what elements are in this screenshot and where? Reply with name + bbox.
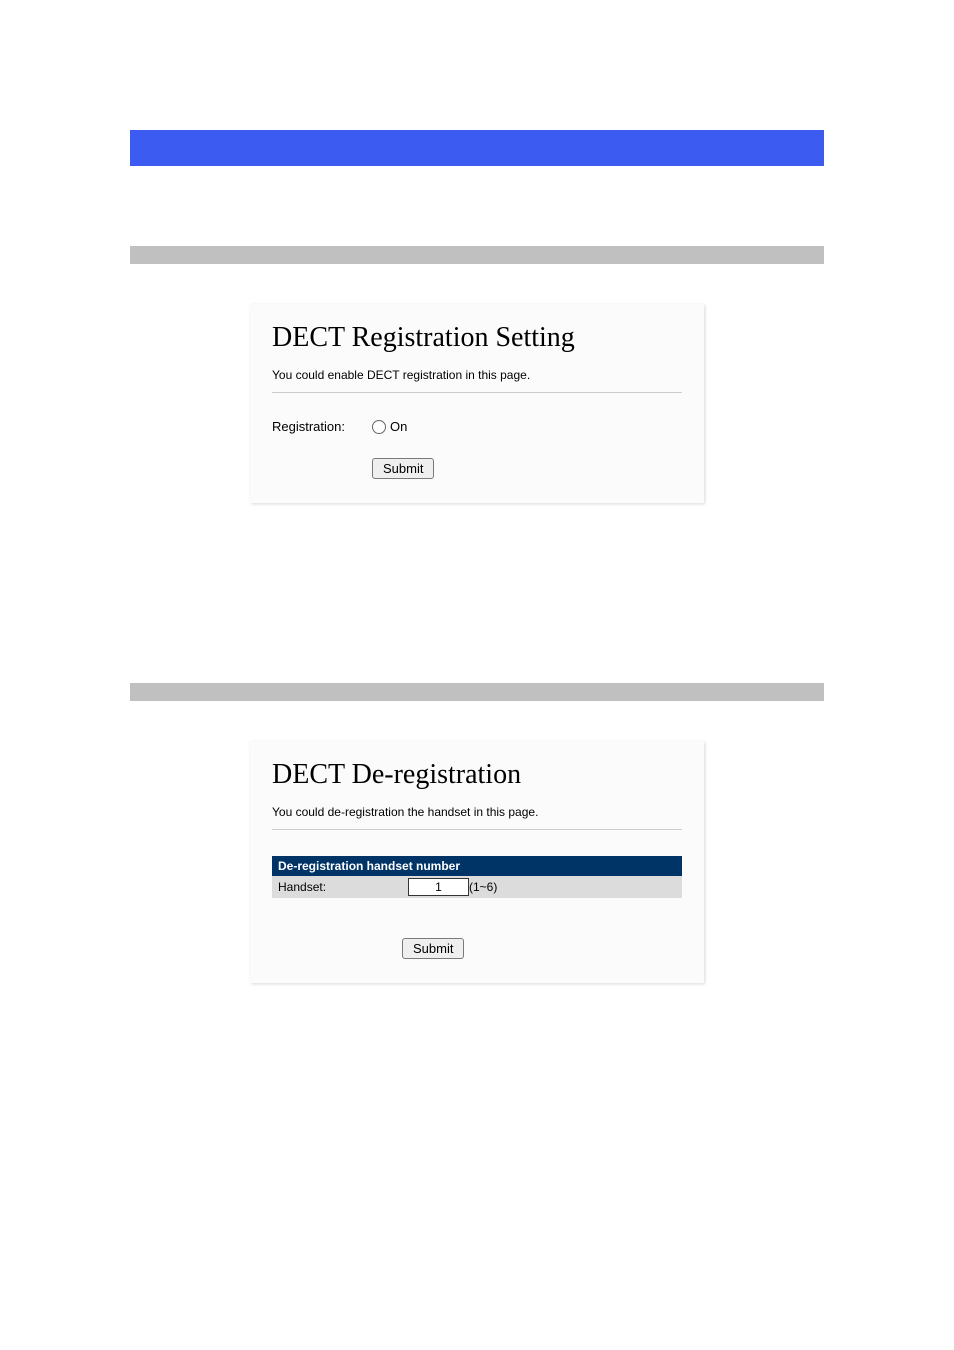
separator — [272, 829, 682, 830]
section-divider-bar — [130, 683, 824, 701]
deregistration-title: DECT De-registration — [272, 759, 682, 791]
handset-range-hint: (1~6) — [469, 880, 497, 894]
header-blue-bar — [130, 130, 824, 166]
registration-panel: DECT Registration Setting You could enab… — [250, 304, 704, 503]
registration-submit-button[interactable]: Submit — [372, 458, 434, 479]
deregistration-description: You could de-registration the handset in… — [272, 805, 682, 819]
deregistration-submit-button[interactable]: Submit — [402, 938, 464, 959]
deregistration-panel: DECT De-registration You could de-regist… — [250, 741, 704, 983]
section-divider-bar — [130, 246, 824, 264]
handset-input[interactable] — [408, 878, 469, 896]
separator — [272, 392, 682, 393]
registration-description: You could enable DECT registration in th… — [272, 368, 682, 382]
radio-icon — [372, 420, 386, 434]
handset-label: Handset: — [278, 880, 408, 894]
radio-on-label: On — [390, 419, 407, 434]
dereg-table-header: De-registration handset number — [272, 856, 682, 876]
registration-on-radio[interactable]: On — [372, 419, 407, 434]
handset-row: Handset: (1~6) — [272, 876, 682, 898]
registration-label: Registration: — [272, 419, 372, 434]
registration-title: DECT Registration Setting — [272, 322, 682, 354]
